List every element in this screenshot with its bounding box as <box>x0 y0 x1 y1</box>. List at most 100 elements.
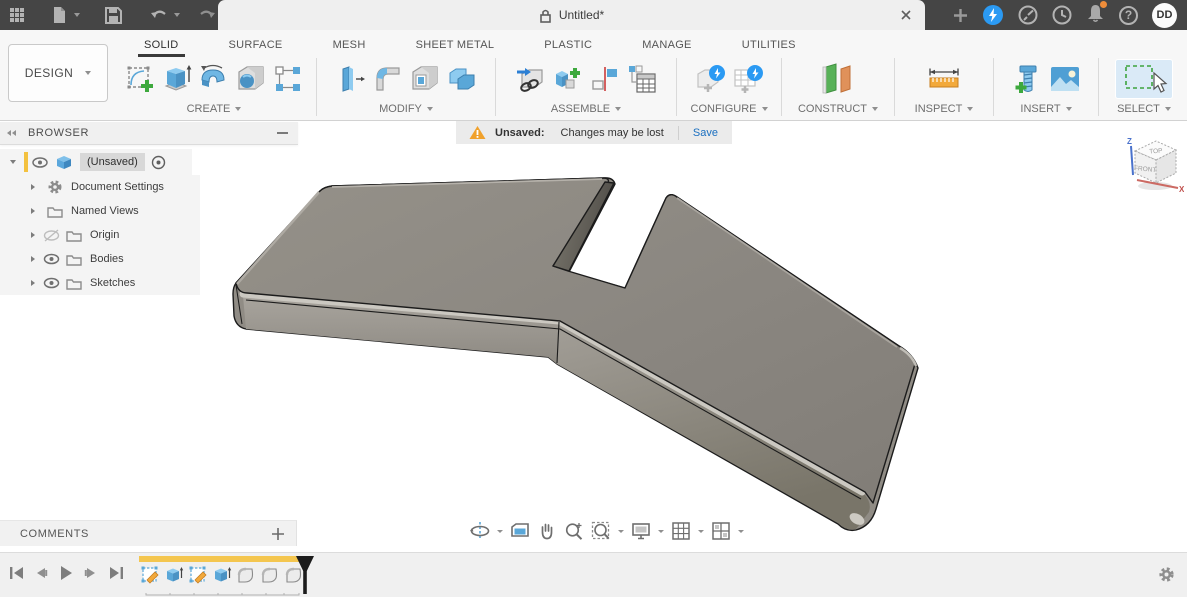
tab-surface[interactable]: SURFACE <box>227 35 285 55</box>
bom-button[interactable] <box>625 60 659 98</box>
insert-derive-button[interactable] <box>514 60 548 98</box>
chevron-right-icon[interactable] <box>31 184 35 190</box>
add-comment-icon[interactable] <box>272 528 284 540</box>
close-tab-icon[interactable] <box>899 8 913 22</box>
zoom-window-icon[interactable] <box>589 519 613 543</box>
timeline-feature-extrude-1[interactable] <box>163 563 185 587</box>
pan-icon[interactable] <box>535 519 559 543</box>
pattern-button[interactable] <box>271 60 305 98</box>
chevron-right-icon[interactable] <box>31 256 35 262</box>
tab-plastic[interactable]: PLASTIC <box>542 35 594 55</box>
activate-component-icon[interactable] <box>151 155 166 170</box>
visibility-eye-icon[interactable] <box>43 253 60 265</box>
grid-settings-icon[interactable] <box>669 519 693 543</box>
chevron-right-icon[interactable] <box>31 232 35 238</box>
notifications-icon[interactable] <box>1086 3 1105 28</box>
zoom-icon[interactable] <box>562 519 586 543</box>
group-label-insert[interactable]: INSERT <box>1020 103 1071 115</box>
minimize-icon[interactable] <box>277 132 288 134</box>
save-icon[interactable] <box>102 4 124 26</box>
view-cube[interactable]: TOP FRONT Z X <box>1118 130 1184 196</box>
insert-fastener-button[interactable] <box>1011 60 1045 98</box>
undo-icon[interactable] <box>148 4 170 26</box>
play-button[interactable] <box>58 565 74 581</box>
create-sketch-button[interactable] <box>123 60 157 98</box>
grid-caret-icon[interactable] <box>698 530 704 533</box>
orbit-icon[interactable] <box>468 519 492 543</box>
tab-sheet-metal[interactable]: SHEET METAL <box>414 35 497 55</box>
display-settings-icon[interactable] <box>629 519 653 543</box>
undo-caret-icon[interactable] <box>174 13 180 17</box>
root-component-label[interactable]: (Unsaved) <box>80 153 145 171</box>
performance-icon[interactable] <box>1018 5 1038 25</box>
file-menu-caret-icon[interactable] <box>74 13 80 17</box>
timeline-settings-gear-icon[interactable] <box>1158 566 1175 583</box>
workspace-switcher[interactable]: DESIGN <box>8 44 108 102</box>
browser-item-document-settings[interactable]: Document Settings <box>0 175 200 199</box>
app-grid-icon[interactable] <box>6 4 28 26</box>
redo-icon[interactable] <box>196 4 218 26</box>
browser-item-sketches[interactable]: Sketches <box>0 271 200 295</box>
press-pull-button[interactable] <box>334 60 368 98</box>
tab-mesh[interactable]: MESH <box>331 35 368 55</box>
fillet-button[interactable] <box>371 60 405 98</box>
group-label-assemble[interactable]: ASSEMBLE <box>551 103 621 115</box>
collapse-panel-icon[interactable] <box>7 130 17 136</box>
construction-plane-button[interactable] <box>816 60 860 98</box>
job-status-icon[interactable] <box>982 4 1004 26</box>
display-caret-icon[interactable] <box>658 530 664 533</box>
group-label-modify[interactable]: MODIFY <box>379 103 433 115</box>
select-button[interactable] <box>1115 59 1173 99</box>
go-to-end-button[interactable] <box>108 565 124 581</box>
extrude-button[interactable] <box>160 60 194 98</box>
new-tab-icon[interactable] <box>953 8 968 23</box>
browser-item-named-views[interactable]: Named Views <box>0 199 200 223</box>
combine-button[interactable] <box>445 60 479 98</box>
document-tab[interactable]: Untitled* <box>218 0 925 30</box>
tab-manage[interactable]: MANAGE <box>640 35 693 55</box>
browser-item-bodies[interactable]: Bodies <box>0 247 200 271</box>
comments-panel[interactable]: COMMENTS <box>0 520 297 546</box>
visibility-eye-icon[interactable] <box>32 157 48 168</box>
measure-button[interactable] <box>924 60 964 98</box>
avatar[interactable]: DD <box>1152 3 1177 28</box>
group-label-construct[interactable]: CONSTRUCT <box>798 103 878 115</box>
tab-solid[interactable]: SOLID <box>142 35 181 55</box>
timeline-feature-extrude-2[interactable] <box>211 563 233 587</box>
group-label-configure[interactable]: CONFIGURE <box>691 103 768 115</box>
visibility-eye-icon[interactable] <box>43 277 60 289</box>
sheet-metal-body[interactable] <box>233 178 918 531</box>
hole-button[interactable] <box>234 60 268 98</box>
shell-button[interactable] <box>408 60 442 98</box>
zoom-window-caret-icon[interactable] <box>618 530 624 533</box>
viewports-icon[interactable] <box>709 519 733 543</box>
viewports-caret-icon[interactable] <box>738 530 744 533</box>
canvas-button[interactable] <box>1048 60 1082 98</box>
go-to-start-button[interactable] <box>8 565 24 581</box>
new-component-button[interactable] <box>551 60 585 98</box>
step-forward-button[interactable] <box>83 565 99 581</box>
chevron-right-icon[interactable] <box>31 280 35 286</box>
chevron-down-icon[interactable] <box>10 160 16 164</box>
group-label-create[interactable]: CREATE <box>187 103 242 115</box>
joint-button[interactable] <box>588 60 622 98</box>
tab-utilities[interactable]: UTILITIES <box>740 35 798 55</box>
help-icon[interactable]: ? <box>1119 6 1138 25</box>
configuration-table-button[interactable] <box>731 60 765 98</box>
timeline-position-marker[interactable] <box>294 555 316 597</box>
browser-root-row[interactable]: (Unsaved) <box>0 149 192 175</box>
visibility-off-icon[interactable] <box>43 229 60 242</box>
timeline-feature-sketch-2[interactable] <box>187 563 209 587</box>
look-at-icon[interactable] <box>508 519 532 543</box>
save-button[interactable]: Save <box>693 127 718 139</box>
timeline-feature-sketch-1[interactable] <box>139 563 161 587</box>
chevron-right-icon[interactable] <box>31 208 35 214</box>
group-label-inspect[interactable]: INSPECT <box>915 103 974 115</box>
browser-item-origin[interactable]: Origin <box>0 223 200 247</box>
step-back-button[interactable] <box>33 565 49 581</box>
orbit-caret-icon[interactable] <box>497 530 503 533</box>
viewcube-top-label[interactable]: TOP <box>1149 148 1163 156</box>
timeline-feature-fillet-2[interactable] <box>259 563 281 587</box>
file-menu-icon[interactable] <box>48 4 70 26</box>
group-label-select[interactable]: SELECT <box>1117 103 1171 115</box>
